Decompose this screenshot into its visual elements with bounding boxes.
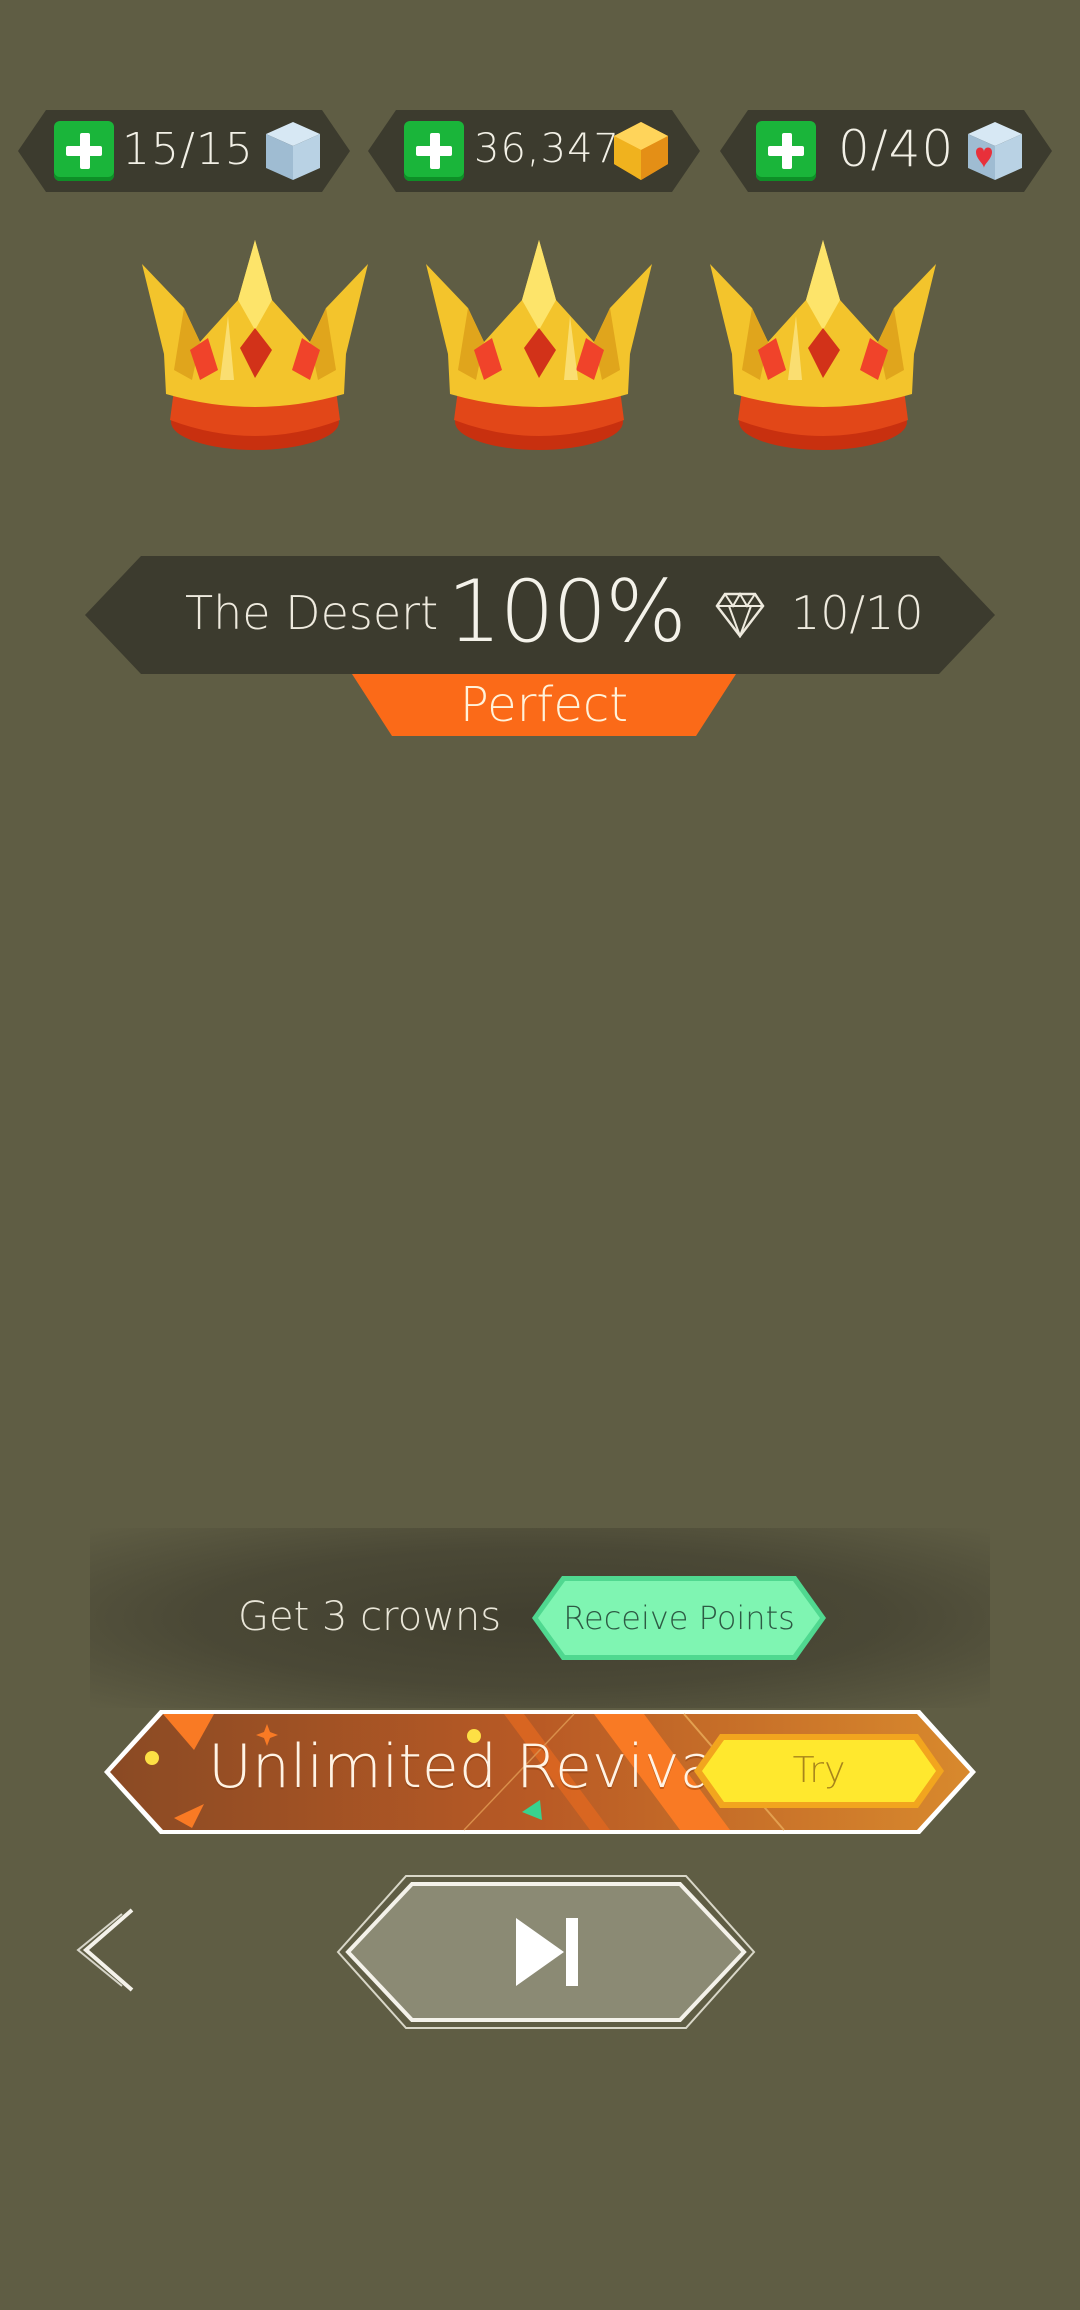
diamond-icon <box>715 592 765 638</box>
blue-cube-icon <box>266 122 320 180</box>
revival-title: Unlimited Revival <box>208 1732 734 1802</box>
coin-value: 36,347 <box>474 126 620 172</box>
skip-next-button[interactable] <box>336 1874 756 2030</box>
heart-counter: 0/40 <box>720 110 1052 192</box>
add-hearts-button[interactable] <box>756 121 816 181</box>
crown-icon-3 <box>710 240 936 450</box>
receive-points-button[interactable]: Receive Points <box>532 1576 826 1660</box>
rating-badge: Perfect <box>352 674 736 736</box>
gold-cube-icon <box>614 122 668 180</box>
rating-label: Perfect <box>459 677 629 733</box>
energy-counter: 15/15 <box>18 110 350 192</box>
crown-icon-2 <box>426 240 652 450</box>
energy-value: 15/15 <box>122 124 254 175</box>
heart-cube-icon <box>968 122 1022 180</box>
crown-icon-1 <box>142 240 368 450</box>
level-name: The Desert <box>185 586 439 640</box>
coin-counter: 36,347 <box>368 110 700 192</box>
chevron-left-icon[interactable] <box>72 1906 144 1994</box>
level-complete-screen: 15/15 36,347 0/40 The Desert 100% 10/10 … <box>0 0 1080 2310</box>
try-label: Try <box>792 1750 846 1791</box>
task-text: Get 3 crowns <box>238 1594 502 1640</box>
heart-value: 0/40 <box>838 120 955 178</box>
level-result-banner: The Desert 100% 10/10 <box>85 556 995 674</box>
task-panel: Get 3 crowns Receive Points <box>90 1528 990 1708</box>
gem-count: 10/10 <box>791 586 924 640</box>
try-button[interactable]: Try <box>694 1734 944 1808</box>
add-energy-button[interactable] <box>54 121 114 181</box>
receive-points-label: Receive Points <box>563 1599 795 1637</box>
unlimited-revival-banner[interactable]: Unlimited Revival Try <box>104 1710 976 1834</box>
level-percent: 100% <box>447 562 687 662</box>
add-coins-button[interactable] <box>404 121 464 181</box>
